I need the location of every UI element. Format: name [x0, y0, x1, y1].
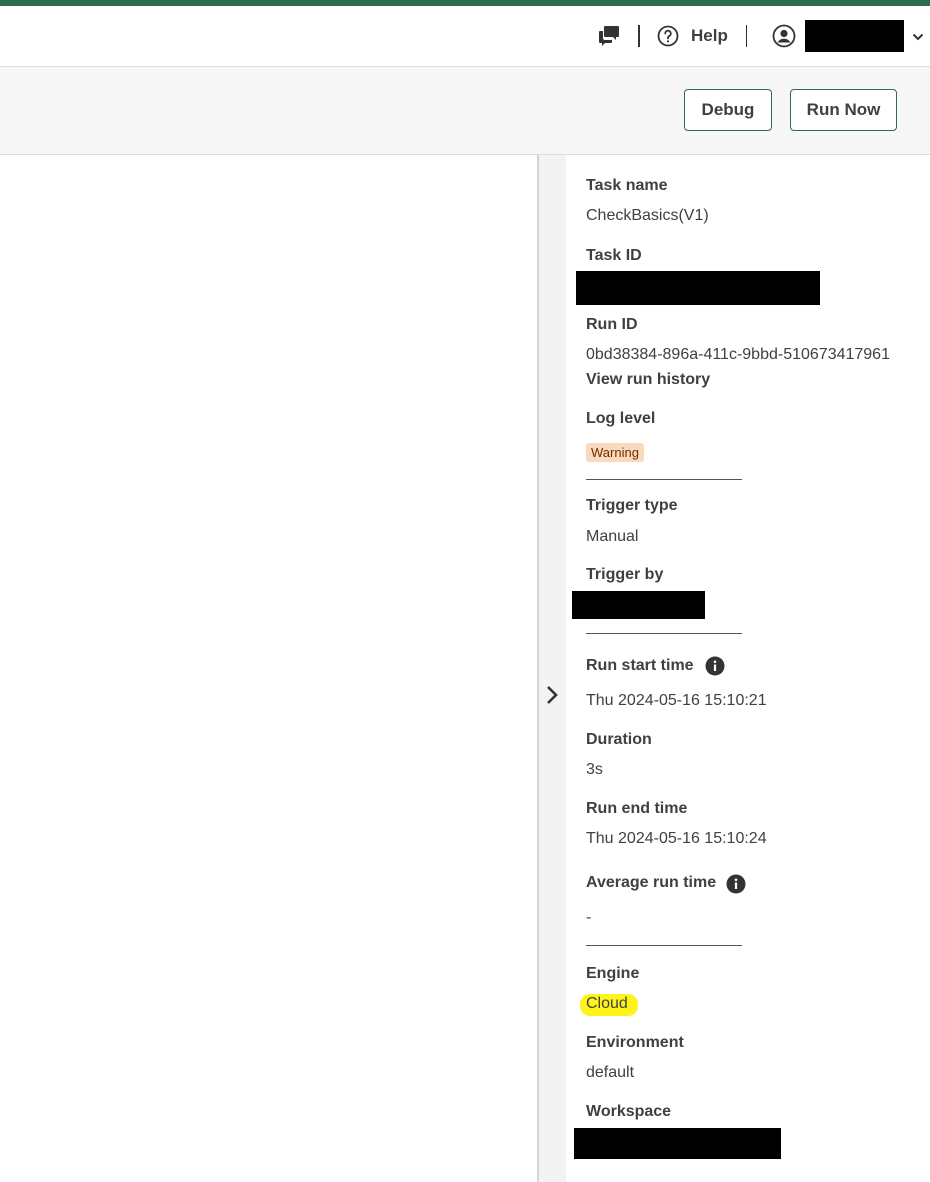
environment-value: default	[586, 1064, 635, 1081]
run-end-time-value: Thu 2024-05-16 15:10:24	[586, 830, 767, 847]
trigger-by-label: Trigger by	[586, 566, 664, 583]
duration-label: Duration	[586, 731, 652, 748]
environment-label: Environment	[586, 1034, 684, 1051]
log-level-label: Log level	[586, 410, 656, 427]
section-divider	[586, 633, 742, 634]
task-name-label: Task name	[586, 177, 668, 194]
run-end-time-label: Run end time	[586, 800, 688, 817]
chat-icon[interactable]	[597, 23, 621, 47]
header-divider	[746, 25, 747, 47]
run-start-time-value: Thu 2024-05-16 15:10:21	[586, 692, 767, 709]
trigger-type-value: Manual	[586, 528, 639, 545]
debug-button[interactable]: Debug	[684, 89, 772, 131]
action-toolbar: Debug Run Now	[0, 67, 930, 155]
main-area: Task name CheckBasics(V1) Task ID Run ID…	[0, 155, 930, 1182]
task-id-label: Task ID	[586, 247, 642, 264]
run-id-label: Run ID	[586, 316, 638, 333]
run-start-time-label: Run start time	[586, 657, 694, 674]
user-name-redacted[interactable]	[805, 20, 904, 52]
chevron-right-icon[interactable]	[542, 683, 562, 707]
section-divider	[586, 479, 742, 480]
collapse-strip	[539, 155, 566, 1182]
task-id-redacted	[576, 271, 820, 305]
average-run-time-value: -	[586, 909, 592, 926]
log-level-badge: Warning	[586, 443, 644, 462]
run-id-value: 0bd38384-896a-411c-9bbd-510673417961	[586, 346, 890, 363]
chevron-down-icon[interactable]	[911, 30, 925, 44]
engine-label: Engine	[586, 965, 640, 982]
header-divider	[638, 25, 640, 47]
view-run-history-link[interactable]: View run history	[586, 371, 710, 389]
trigger-type-label: Trigger type	[586, 497, 678, 514]
run-details-panel: Task name CheckBasics(V1) Task ID Run ID…	[572, 155, 926, 1182]
info-icon[interactable]	[726, 874, 746, 894]
run-now-button[interactable]: Run Now	[790, 89, 897, 131]
average-run-time-label: Average run time	[586, 874, 717, 891]
help-label: Help	[691, 26, 728, 45]
workspace-label: Workspace	[586, 1103, 672, 1120]
content-area	[0, 155, 537, 1182]
help-button[interactable]: Help	[657, 23, 728, 49]
help-icon	[657, 25, 679, 47]
duration-value: 3s	[586, 761, 603, 778]
info-icon[interactable]	[705, 656, 725, 676]
task-name-value: CheckBasics(V1)	[586, 207, 709, 224]
workspace-redacted	[574, 1128, 781, 1159]
trigger-by-redacted	[572, 591, 705, 619]
section-divider	[586, 945, 742, 946]
top-header: Help	[0, 6, 930, 67]
user-icon[interactable]	[772, 24, 796, 48]
engine-value: Cloud	[586, 995, 628, 1012]
